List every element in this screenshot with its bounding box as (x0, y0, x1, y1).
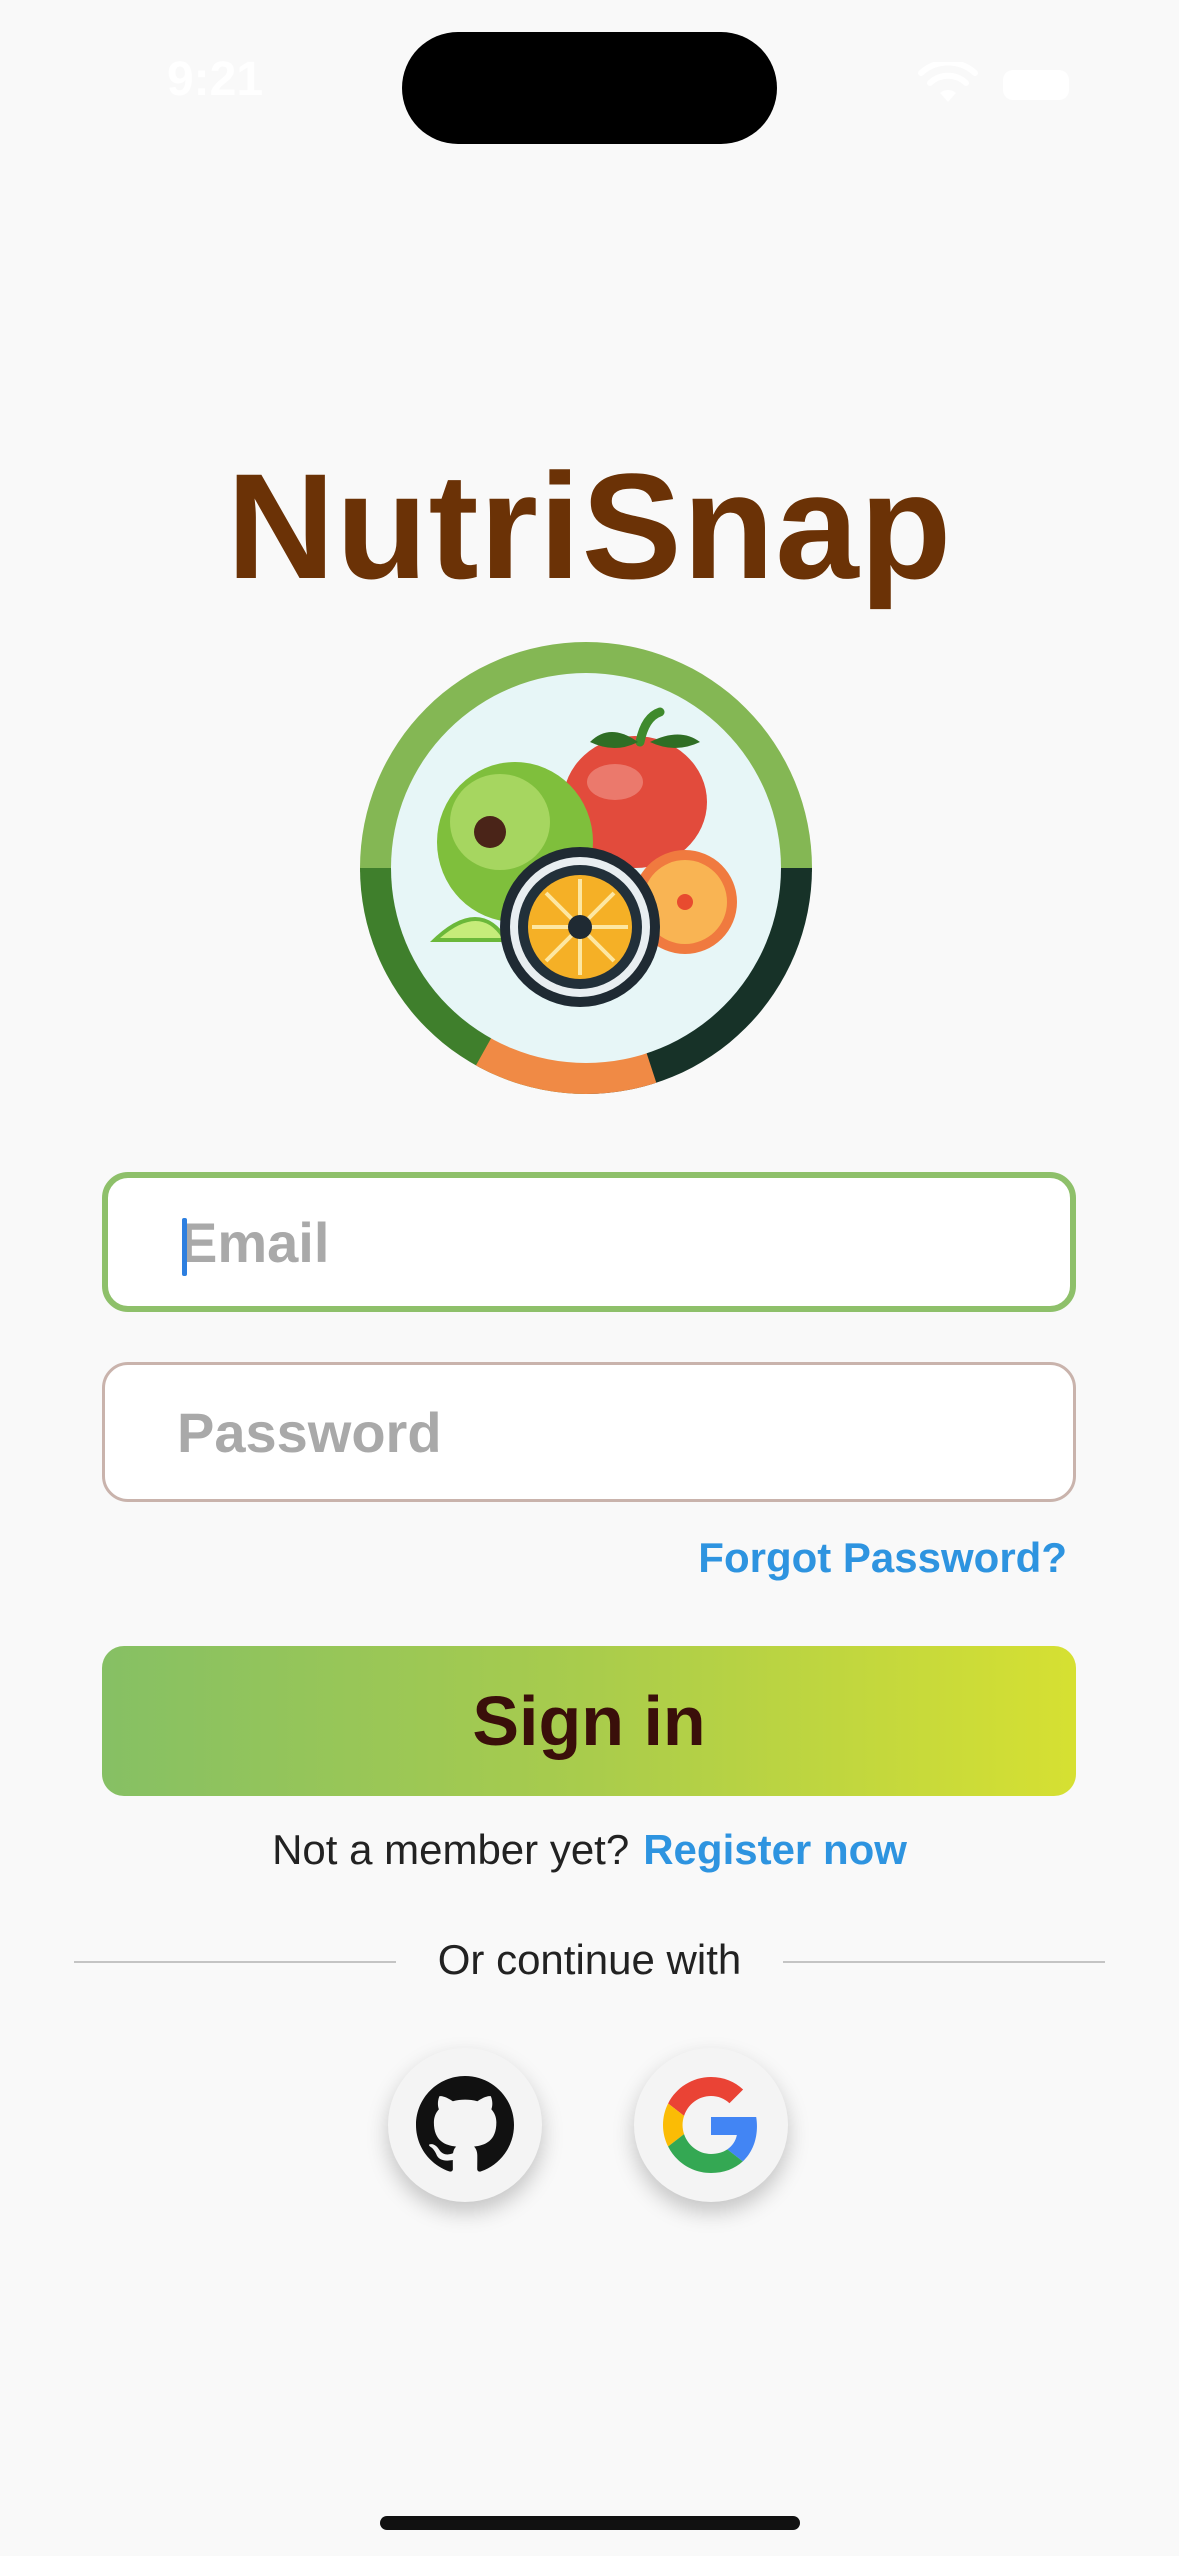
forgot-password-link[interactable]: Forgot Password? (698, 1534, 1067, 1582)
password-field[interactable] (102, 1362, 1076, 1502)
text-caret (182, 1218, 187, 1276)
fruit-logo-icon (360, 642, 812, 1094)
register-row: Not a member yet? Register now (0, 1826, 1179, 1874)
status-time: 9:21 (166, 53, 264, 106)
register-now-link[interactable]: Register now (643, 1826, 907, 1873)
github-login-button[interactable] (388, 2048, 542, 2202)
app-title: NutriSnap (226, 442, 953, 610)
github-icon (416, 2076, 514, 2172)
divider-left (74, 1961, 396, 1963)
google-icon (663, 2077, 757, 2173)
email-input[interactable] (180, 1178, 1040, 1306)
dynamic-island (402, 32, 777, 144)
divider-right (783, 1961, 1105, 1963)
sign-in-button[interactable]: Sign in (102, 1646, 1076, 1796)
login-screen: 9:21 NutriSnap Email Forgot Password? Si… (0, 0, 1179, 2556)
continue-with-label: Or continue with (437, 1936, 742, 1983)
password-input[interactable] (177, 1365, 1037, 1499)
register-prompt: Not a member yet? (272, 1826, 630, 1873)
home-indicator (380, 2516, 800, 2530)
battery-icon (1003, 70, 1069, 100)
email-field[interactable] (102, 1172, 1076, 1312)
wifi-icon (918, 62, 978, 102)
google-login-button[interactable] (634, 2048, 788, 2202)
